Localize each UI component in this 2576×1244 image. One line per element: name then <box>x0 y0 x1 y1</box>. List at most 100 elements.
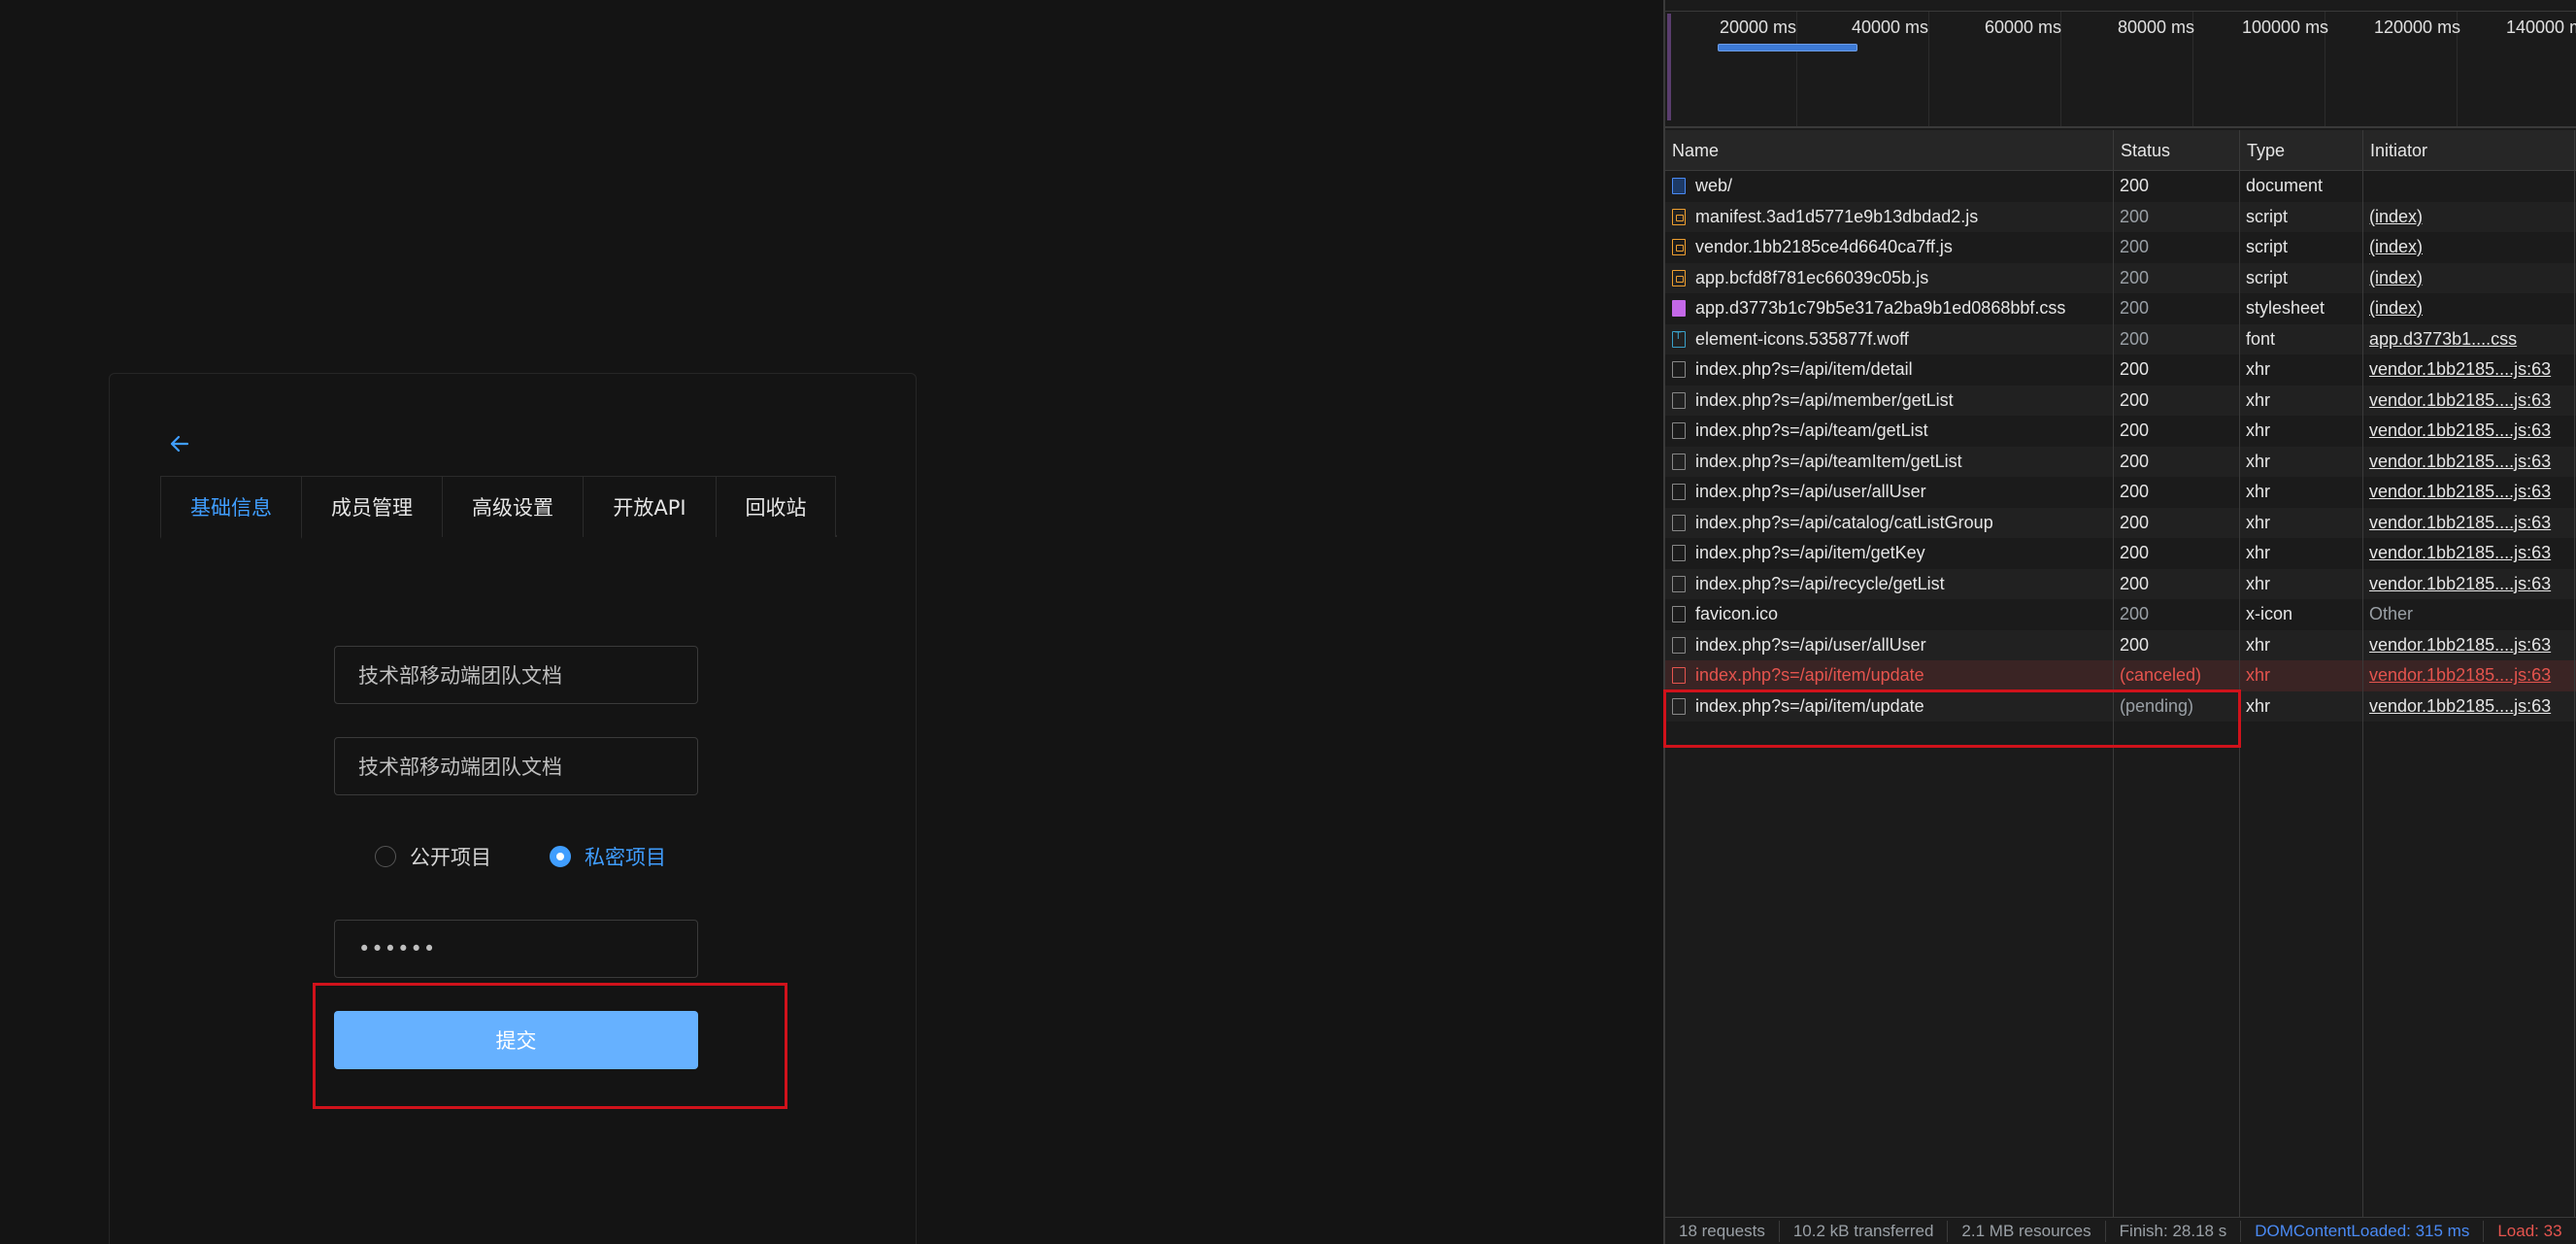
radio-unchecked-icon <box>375 846 396 867</box>
project-title-input[interactable]: 技术部移动端团队文档 <box>334 646 698 704</box>
request-name-cell: index.php?s=/api/user/allUser <box>1672 630 2114 661</box>
timeline-tick: 100000 ms <box>2242 17 2329 37</box>
radio-public-project[interactable]: 公开项目 <box>375 842 491 871</box>
request-name: index.php?s=/api/teamItem/getList <box>1695 451 1962 471</box>
request-rows: web/200 document manifest.3ad1d5771e9b13db… <box>1665 171 2576 722</box>
request-initiator-link[interactable]: vendor.1bb2185....js:63 <box>2369 354 2573 386</box>
file-xhr-icon <box>1672 545 1686 562</box>
request-initiator-link[interactable]: vendor.1bb2185....js:63 <box>2369 447 2573 478</box>
table-row[interactable]: index.php?s=/api/teamItem/getList 200 xhr v… <box>1665 446 2576 478</box>
request-initiator-link[interactable]: vendor.1bb2185....js:63 <box>2369 386 2573 417</box>
request-initiator-link[interactable]: vendor.1bb2185....js:63 <box>2369 538 2573 569</box>
request-initiator-link[interactable]: vendor.1bb2185....js:63 <box>2369 630 2573 661</box>
request-name-cell: index.php?s=/api/teamItem/getList <box>1672 447 2114 478</box>
request-status-cell: 200 <box>2120 267 2150 287</box>
project-description-input[interactable]: 技术部移动端团队文档 <box>334 737 698 795</box>
file-js-icon <box>1672 239 1686 256</box>
table-row[interactable]: index.php?s=/api/user/allUser 200 xhr vendo… <box>1665 477 2576 508</box>
submit-button[interactable]: 提交 <box>334 1011 698 1069</box>
settings-tabs: 基础信息 成员管理 高级设置 开放API 回收站 <box>160 476 837 539</box>
table-row[interactable]: app.bcfd8f781ec66039c05b.js 200 script (ind… <box>1665 262 2576 294</box>
table-row[interactable]: index.php?s=/api/item/detail 200 xhr vendor… <box>1665 354 2576 386</box>
column-header-type[interactable]: Type <box>2240 130 2363 171</box>
column-divider[interactable] <box>2239 130 2240 1217</box>
request-initiator-link[interactable]: vendor.1bb2185....js:63 <box>2369 569 2573 600</box>
table-row[interactable]: index.php?s=/api/member/getList 200 xhr ven… <box>1665 385 2576 417</box>
request-name: index.php?s=/api/team/getList <box>1695 420 1928 441</box>
request-initiator-link[interactable]: (index) <box>2369 263 2573 294</box>
request-name-cell: index.php?s=/api/user/allUser <box>1672 477 2114 508</box>
request-initiator-link[interactable]: (index) <box>2369 202 2573 233</box>
request-initiator-link[interactable]: (index) <box>2369 293 2573 324</box>
timeline-tick: 80000 ms <box>2118 17 2195 37</box>
request-initiator-link[interactable]: vendor.1bb2185....js:63 <box>2369 691 2573 723</box>
file-xhr-icon <box>1672 453 1686 470</box>
request-name: index.php?s=/api/catalog/catListGroup <box>1695 512 1993 532</box>
column-divider[interactable] <box>2574 130 2575 1217</box>
table-row[interactable]: index.php?s=/api/recycle/getList 200 xhr ve… <box>1665 568 2576 600</box>
request-initiator-link[interactable]: app.d3773b1....css <box>2369 324 2573 355</box>
file-xhr-icon <box>1672 484 1686 501</box>
tab-basic-info[interactable]: 基础信息 <box>160 476 302 539</box>
timeline-overview[interactable]: 20000 ms 40000 ms 60000 ms 80000 ms 1000… <box>1665 0 2576 128</box>
radio-private-project[interactable]: 私密项目 <box>550 842 666 871</box>
file-font-icon <box>1672 330 1686 348</box>
request-initiator-link[interactable]: vendor.1bb2185....js:63 <box>2369 477 2573 508</box>
tab-recycle-bin[interactable]: 回收站 <box>716 476 836 537</box>
request-type-cell: font <box>2246 328 2276 349</box>
request-status-cell: 200 <box>2120 206 2150 226</box>
column-header-status[interactable]: Status <box>2114 130 2240 171</box>
request-initiator-link[interactable]: vendor.1bb2185....js:63 <box>2369 660 2573 691</box>
request-status-cell: 200 <box>2120 176 2150 196</box>
table-row[interactable]: index.php?s=/api/item/update (canceled) xh… <box>1665 660 2576 691</box>
table-row[interactable]: element-icons.535877f.woff 200 font app.d37… <box>1665 323 2576 355</box>
radio-private-label: 私密项目 <box>585 846 666 869</box>
tab-open-api[interactable]: 开放API <box>583 476 717 537</box>
table-row[interactable]: vendor.1bb2185ce4d6640ca7ff.js 200 script (… <box>1665 232 2576 263</box>
timeline-tick: 60000 ms <box>1985 17 2062 37</box>
radio-checked-icon <box>550 846 571 867</box>
request-initiator-link[interactable]: vendor.1bb2185....js:63 <box>2369 508 2573 539</box>
request-name-cell: manifest.3ad1d5771e9b13dbdad2.js <box>1672 202 2114 233</box>
status-transferred: 10.2 kB transferred <box>1780 1220 1949 1242</box>
file-js-icon <box>1672 208 1686 225</box>
request-name-cell: element-icons.535877f.woff <box>1672 324 2114 355</box>
table-row[interactable]: index.php?s=/api/user/allUser 200 xhr vendo… <box>1665 629 2576 661</box>
request-name: web/ <box>1695 176 1733 196</box>
column-header-name[interactable]: Name <box>1665 130 2114 171</box>
column-divider[interactable] <box>2113 130 2114 1217</box>
tab-advanced-settings[interactable]: 高级设置 <box>442 476 584 537</box>
table-row[interactable]: index.php?s=/api/catalog/catListGroup 200… <box>1665 507 2576 539</box>
request-initiator-link[interactable]: vendor.1bb2185....js:63 <box>2369 416 2573 447</box>
request-type-cell: xhr <box>2246 543 2271 563</box>
request-status-cell: 200 <box>2120 604 2150 624</box>
status-dom-content-loaded: DOMContentLoaded: 315 ms <box>2241 1220 2485 1242</box>
file-xhr-icon <box>1672 636 1686 654</box>
request-name: index.php?s=/api/recycle/getList <box>1695 573 1945 593</box>
request-name-cell: index.php?s=/api/team/getList <box>1672 416 2114 447</box>
file-xhr-icon <box>1672 575 1686 592</box>
table-row[interactable]: web/200 document <box>1665 171 2576 202</box>
tab-member-management[interactable]: 成员管理 <box>301 476 443 537</box>
file-xhr-icon <box>1672 514 1686 531</box>
column-header-initiator[interactable]: Initiator <box>2363 130 2576 171</box>
table-row[interactable]: index.php?s=/api/team/getList 200 xhr vendo… <box>1665 416 2576 447</box>
table-row[interactable]: index.php?s=/api/item/getKey 200 xhr vendor… <box>1665 538 2576 569</box>
file-xhr-icon <box>1672 391 1686 409</box>
file-css-icon <box>1672 300 1686 318</box>
request-name: index.php?s=/api/item/detail <box>1695 359 1913 380</box>
request-status-cell: 200 <box>2120 420 2150 441</box>
file-xhr-icon <box>1672 361 1686 379</box>
table-row[interactable]: app.d3773b1c79b5e317a2ba9b1ed0868bbf.css… <box>1665 293 2576 324</box>
request-initiator-link[interactable]: (index) <box>2369 232 2573 263</box>
request-status-cell: 200 <box>2120 543 2150 563</box>
table-row[interactable]: manifest.3ad1d5771e9b13dbdad2.js 200 scrip… <box>1665 201 2576 233</box>
request-type-cell: xhr <box>2246 665 2271 686</box>
table-row[interactable]: index.php?s=/api/item/update (pending) xhr… <box>1665 690 2576 723</box>
request-type-cell: xhr <box>2246 451 2271 471</box>
arrow-left-icon[interactable] <box>160 424 199 463</box>
password-input[interactable]: •••••• <box>334 920 698 978</box>
table-row[interactable]: favicon.ico 200 x-icon Other <box>1665 599 2576 630</box>
request-type-cell: xhr <box>2246 359 2271 380</box>
column-divider[interactable] <box>2362 130 2363 1217</box>
